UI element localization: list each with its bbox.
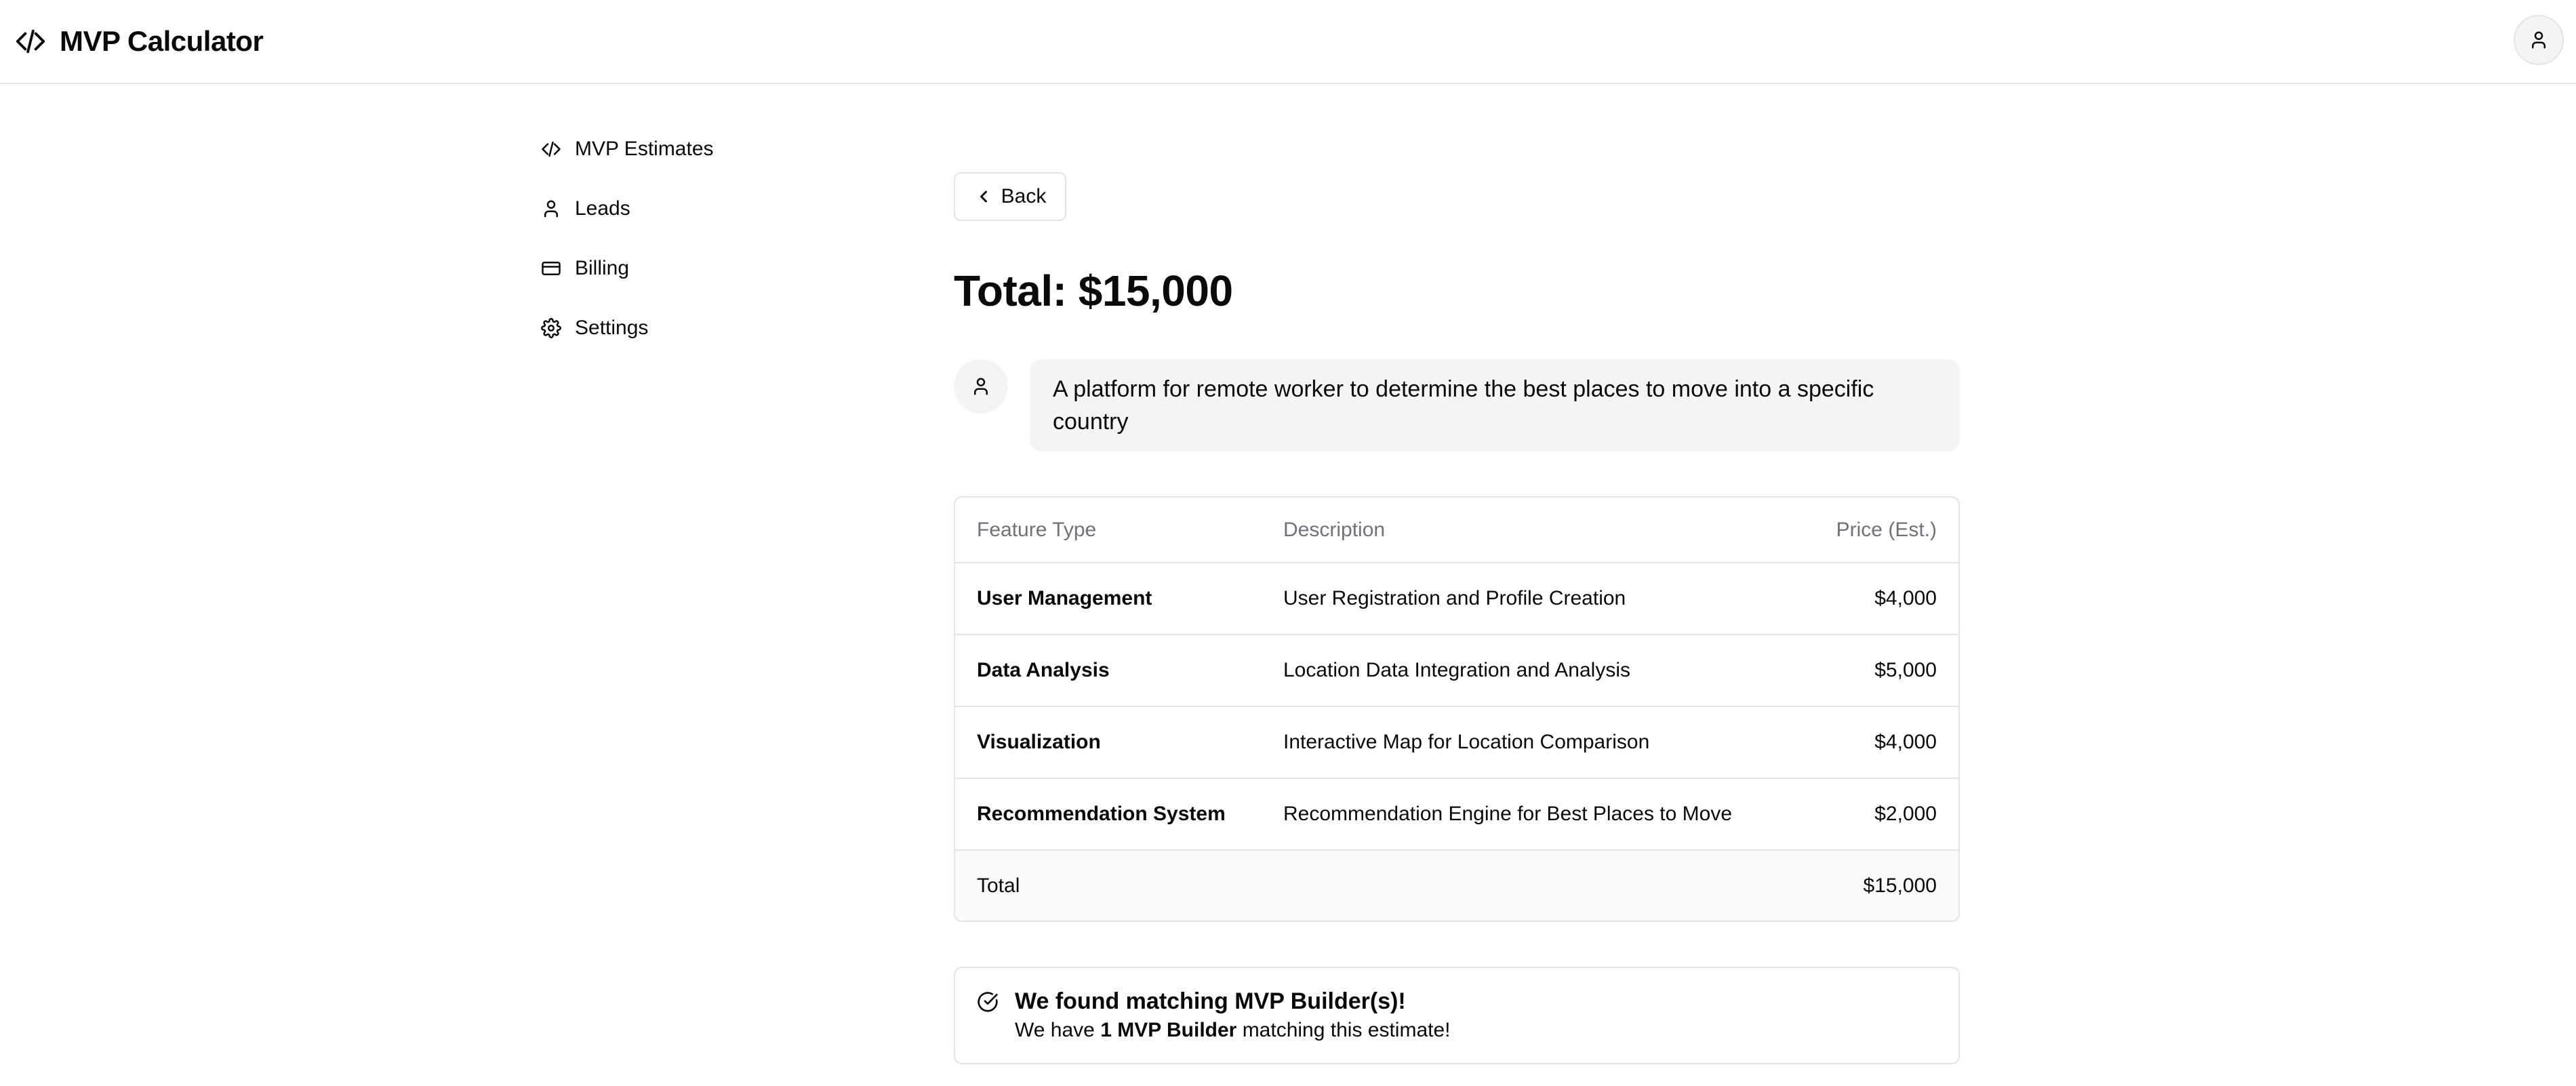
total-value: $15,000 — [1800, 850, 1958, 921]
total-label: Total — [955, 850, 1262, 921]
code-icon — [541, 139, 561, 159]
user-icon — [2529, 30, 2549, 50]
description-cell: Interactive Map for Location Comparison — [1262, 706, 1801, 779]
table-total-row: Total $15,000 — [955, 850, 1958, 921]
sidebar-item-label: Billing — [575, 257, 630, 279]
user-icon — [971, 376, 991, 397]
estimate-table: Feature Type Description Price (Est.) Us… — [954, 496, 1960, 922]
back-button[interactable]: Back — [954, 172, 1066, 221]
gear-icon — [541, 318, 561, 338]
feature-cell: Data Analysis — [955, 635, 1262, 707]
code-icon — [15, 26, 46, 57]
prompt-bubble: A platform for remote worker to determin… — [1030, 359, 1960, 451]
brand-title: MVP Calculator — [60, 25, 264, 57]
table-header-row: Feature Type Description Price (Est.) — [955, 498, 1958, 563]
avatar — [954, 359, 1008, 414]
prompt-message: A platform for remote worker to determin… — [954, 359, 1960, 451]
check-circle-icon — [977, 991, 999, 1013]
match-text-suffix: matching this estimate! — [1236, 1019, 1451, 1041]
credit-card-icon — [541, 258, 561, 279]
match-description: We have 1 MVP Builder matching this esti… — [1015, 1017, 1451, 1044]
table-row: Data Analysis Location Data Integration … — [955, 635, 1958, 707]
feature-cell: User Management — [955, 563, 1262, 635]
description-cell: Recommendation Engine for Best Places to… — [1262, 778, 1801, 851]
sidebar-item-settings[interactable]: Settings — [541, 298, 826, 358]
top-header: MVP Calculator — [0, 0, 2576, 84]
match-title: We found matching MVP Builder(s)! — [1015, 988, 1406, 1014]
sidebar-item-label: Settings — [575, 317, 649, 339]
brand-link[interactable]: MVP Calculator — [15, 22, 264, 61]
table-row: User Management User Registration and Pr… — [955, 563, 1958, 635]
column-header-feature-type: Feature Type — [955, 498, 1262, 563]
page-title: Total: $15,000 — [954, 266, 1233, 315]
sidebar-item-label: Leads — [575, 197, 630, 220]
chevron-left-icon — [974, 187, 993, 206]
price-cell: $4,000 — [1800, 563, 1958, 635]
table-row: Recommendation System Recommendation Eng… — [955, 778, 1958, 851]
price-cell: $5,000 — [1800, 635, 1958, 707]
total-spacer — [1262, 850, 1801, 921]
match-count: 1 MVP Builder — [1100, 1019, 1237, 1041]
price-cell: $2,000 — [1800, 778, 1958, 851]
sidebar-item-leads[interactable]: Leads — [541, 179, 826, 239]
match-text-prefix: We have — [1015, 1019, 1101, 1041]
feature-cell: Visualization — [955, 706, 1262, 779]
sidebar-item-mvp-estimates[interactable]: MVP Estimates — [541, 119, 826, 179]
column-header-price: Price (Est.) — [1800, 498, 1958, 563]
column-header-description: Description — [1262, 498, 1801, 563]
user-menu-button[interactable] — [2514, 15, 2564, 65]
description-cell: Location Data Integration and Analysis — [1262, 635, 1801, 707]
match-alert: We found matching MVP Builder(s)! We hav… — [954, 967, 1960, 1064]
back-button-label: Back — [1001, 185, 1047, 207]
description-cell: User Registration and Profile Creation — [1262, 563, 1801, 635]
main-content: Back Total: $15,000 A platform for remot… — [954, 172, 1960, 1064]
sidebar-item-billing[interactable]: Billing — [541, 239, 826, 298]
table-row: Visualization Interactive Map for Locati… — [955, 706, 1958, 779]
sidebar-nav: MVP Estimates Leads Billing Settings — [541, 119, 826, 358]
user-icon — [541, 199, 561, 219]
feature-cell: Recommendation System — [955, 778, 1262, 851]
sidebar-item-label: MVP Estimates — [575, 138, 714, 160]
price-cell: $4,000 — [1800, 706, 1958, 779]
